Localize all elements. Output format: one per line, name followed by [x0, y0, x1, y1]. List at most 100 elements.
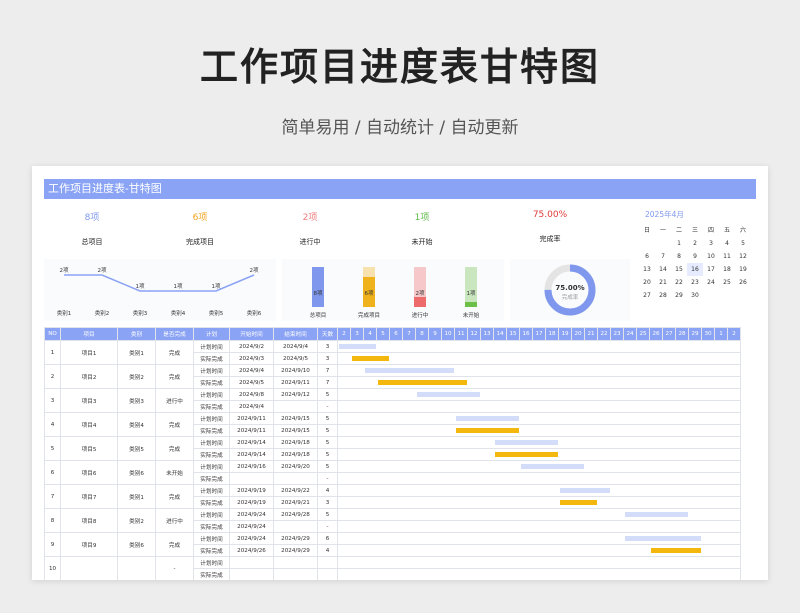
calendar-day[interactable]: 27 — [639, 289, 655, 302]
cell-start[interactable]: 2024/9/4 — [229, 400, 274, 413]
calendar-day[interactable]: 18 — [719, 263, 735, 276]
cell-category[interactable] — [117, 556, 156, 580]
cell-start[interactable]: 2024/9/26 — [229, 544, 274, 557]
cell-start[interactable]: 2024/9/24 — [229, 532, 274, 545]
calendar-day[interactable]: 3 — [703, 237, 719, 250]
cell-status[interactable]: - — [155, 556, 194, 580]
cell-start[interactable]: 2024/9/5 — [229, 376, 274, 389]
cell-start[interactable]: 2024/9/24 — [229, 520, 274, 533]
calendar-day[interactable]: 8 — [671, 250, 687, 263]
cell-status[interactable]: 完成 — [155, 412, 194, 437]
calendar-day[interactable]: 1 — [671, 237, 687, 250]
cell-category[interactable]: 类别1 — [117, 340, 156, 365]
cell-status[interactable]: 完成 — [155, 484, 194, 509]
cell-end[interactable]: 2024/9/29 — [273, 544, 318, 557]
cell-end[interactable]: 2024/9/18 — [273, 436, 318, 449]
calendar-day[interactable] — [735, 289, 751, 302]
cell-status[interactable]: 进行中 — [155, 508, 194, 533]
calendar-day[interactable]: 13 — [639, 263, 655, 276]
calendar-day[interactable] — [703, 289, 719, 302]
cell-end[interactable]: 2024/9/4 — [273, 340, 318, 353]
cell-project[interactable]: 项目8 — [60, 508, 118, 533]
cell-status[interactable]: 完成 — [155, 340, 194, 365]
cell-end[interactable]: 2024/9/5 — [273, 352, 318, 365]
calendar-day[interactable]: 9 — [687, 250, 703, 263]
calendar-day[interactable]: 16 — [687, 263, 703, 276]
cell-start[interactable] — [229, 472, 274, 485]
cell-category[interactable]: 类别4 — [117, 412, 156, 437]
calendar-day[interactable] — [655, 237, 671, 250]
cell-end[interactable]: 2024/9/18 — [273, 448, 318, 461]
calendar-day[interactable]: 11 — [719, 250, 735, 263]
cell-project[interactable]: 项目7 — [60, 484, 118, 509]
cell-start[interactable]: 2024/9/11 — [229, 424, 274, 437]
cell-end[interactable]: 2024/9/10 — [273, 364, 318, 377]
cell-category[interactable]: 类别2 — [117, 508, 156, 533]
cell-end[interactable] — [273, 568, 318, 580]
cell-end[interactable]: 2024/9/11 — [273, 376, 318, 389]
cell-project[interactable]: 项目1 — [60, 340, 118, 365]
cell-category[interactable]: 类别2 — [117, 364, 156, 389]
cell-project[interactable]: 项目3 — [60, 388, 118, 413]
calendar-day[interactable]: 12 — [735, 250, 751, 263]
calendar-day[interactable]: 4 — [719, 237, 735, 250]
calendar-day[interactable]: 15 — [671, 263, 687, 276]
cell-end[interactable] — [273, 472, 318, 485]
calendar-day[interactable]: 20 — [639, 276, 655, 289]
cell-category[interactable]: 类别1 — [117, 484, 156, 509]
cell-start[interactable]: 2024/9/14 — [229, 436, 274, 449]
cell-status[interactable]: 未开始 — [155, 460, 194, 485]
cell-start[interactable]: 2024/9/11 — [229, 412, 274, 425]
calendar-day[interactable]: 17 — [703, 263, 719, 276]
calendar-day[interactable]: 21 — [655, 276, 671, 289]
calendar-day[interactable]: 23 — [687, 276, 703, 289]
cell-category[interactable]: 类别6 — [117, 460, 156, 485]
cell-end[interactable] — [273, 520, 318, 533]
cell-start[interactable] — [229, 568, 274, 580]
calendar-day[interactable]: 24 — [703, 276, 719, 289]
cell-status[interactable]: 完成 — [155, 436, 194, 461]
cell-category[interactable]: 类别5 — [117, 436, 156, 461]
cell-start[interactable]: 2024/9/16 — [229, 460, 274, 473]
cell-status[interactable]: 完成 — [155, 532, 194, 557]
calendar-day[interactable]: 19 — [735, 263, 751, 276]
cell-project[interactable]: 项目2 — [60, 364, 118, 389]
calendar-day[interactable]: 14 — [655, 263, 671, 276]
cell-start[interactable]: 2024/9/3 — [229, 352, 274, 365]
calendar-day[interactable]: 6 — [639, 250, 655, 263]
calendar-day[interactable]: 28 — [655, 289, 671, 302]
cell-project[interactable]: 项目6 — [60, 460, 118, 485]
cell-end[interactable]: 2024/9/21 — [273, 496, 318, 509]
cell-end[interactable] — [273, 556, 318, 569]
calendar-day[interactable]: 10 — [703, 250, 719, 263]
cell-start[interactable] — [229, 556, 274, 569]
calendar-day[interactable]: 29 — [671, 289, 687, 302]
calendar-day[interactable]: 5 — [735, 237, 751, 250]
cell-end[interactable]: 2024/9/15 — [273, 412, 318, 425]
calendar-day[interactable] — [719, 289, 735, 302]
cell-start[interactable]: 2024/9/4 — [229, 364, 274, 377]
cell-start[interactable]: 2024/9/14 — [229, 448, 274, 461]
calendar-day[interactable] — [639, 237, 655, 250]
cell-start[interactable]: 2024/9/2 — [229, 340, 274, 353]
calendar-day[interactable]: 30 — [687, 289, 703, 302]
cell-end[interactable]: 2024/9/20 — [273, 460, 318, 473]
cell-end[interactable] — [273, 400, 318, 413]
cell-status[interactable]: 完成 — [155, 364, 194, 389]
cell-end[interactable]: 2024/9/22 — [273, 484, 318, 497]
cell-start[interactable]: 2024/9/8 — [229, 388, 274, 401]
cell-project[interactable]: 项目9 — [60, 532, 118, 557]
calendar-day[interactable]: 22 — [671, 276, 687, 289]
calendar-day[interactable]: 25 — [719, 276, 735, 289]
cell-project[interactable]: 项目5 — [60, 436, 118, 461]
cell-category[interactable]: 类别6 — [117, 532, 156, 557]
cell-project[interactable] — [60, 556, 118, 580]
calendar-day[interactable]: 7 — [655, 250, 671, 263]
cell-end[interactable]: 2024/9/29 — [273, 532, 318, 545]
cell-end[interactable]: 2024/9/15 — [273, 424, 318, 437]
cell-project[interactable]: 项目4 — [60, 412, 118, 437]
cell-category[interactable]: 类别3 — [117, 388, 156, 413]
cell-status[interactable]: 进行中 — [155, 388, 194, 413]
cell-start[interactable]: 2024/9/19 — [229, 484, 274, 497]
cell-start[interactable]: 2024/9/24 — [229, 508, 274, 521]
